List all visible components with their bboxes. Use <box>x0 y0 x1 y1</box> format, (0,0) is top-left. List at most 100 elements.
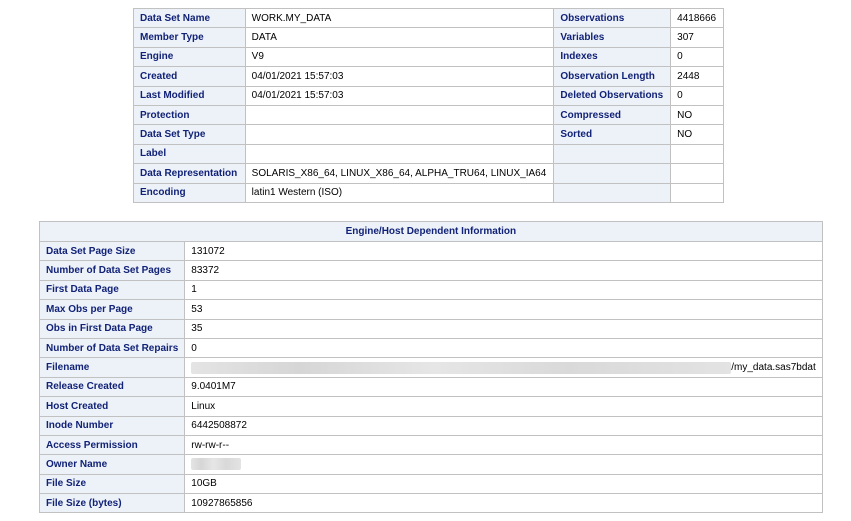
engine-label: Obs in First Data Page <box>38 318 186 339</box>
table-row: Data Representation SOLARIS_X86_64, LINUX… <box>133 163 724 184</box>
attr-value: DATA <box>244 27 555 48</box>
table-row: Max Obs per Page 53 <box>38 299 823 320</box>
attr-label: Encoding <box>133 182 246 203</box>
attr-label: Data Set Name <box>133 7 246 29</box>
attr-value <box>670 182 724 203</box>
attr-label: Last Modified <box>133 85 246 106</box>
table-row: Inode Number 6442508872 <box>38 415 823 436</box>
engine-label: Max Obs per Page <box>38 299 186 320</box>
engine-value: 53 <box>184 299 823 320</box>
table-row: Data Set Page Size 131072 <box>38 240 823 262</box>
table-header-row: Engine/Host Dependent Information <box>39 221 823 242</box>
attr-value: latin1 Western (ISO) <box>244 182 555 203</box>
engine-value: Linux <box>184 396 823 417</box>
table-row: Encoding latin1 Western (ISO) <box>133 182 724 203</box>
filename-cell: /my_data.sas7bdat <box>184 357 823 378</box>
attr-value <box>670 163 724 184</box>
table-row: Obs in First Data Page 35 <box>38 318 823 339</box>
attr-value: 0 <box>670 46 724 68</box>
filename-wrap: /my_data.sas7bdat <box>191 361 816 374</box>
engine-label: Owner Name <box>38 454 186 475</box>
table-row: Number of Data Set Repairs 0 <box>38 337 823 359</box>
engine-label: Release Created <box>38 376 186 398</box>
engine-label: First Data Page <box>38 279 186 301</box>
attr-value <box>670 143 724 165</box>
attr-label <box>553 163 672 184</box>
attr-value: 307 <box>670 27 724 48</box>
table-row: Number of Data Set Pages 83372 <box>38 260 823 281</box>
attr-label: Sorted <box>553 124 672 145</box>
table-row: Member Type DATA Variables 307 <box>133 27 724 48</box>
table-row: Owner Name <box>38 454 823 475</box>
attr-value: NO <box>670 104 724 126</box>
engine-value: 1 <box>184 279 823 301</box>
attr-label: Observations <box>553 7 672 29</box>
attr-label: Variables <box>553 27 672 48</box>
engine-value: 10927865856 <box>184 493 823 514</box>
attr-value: SOLARIS_X86_64, LINUX_X86_64, ALPHA_TRU6… <box>244 163 555 184</box>
engine-label: File Size (bytes) <box>38 493 186 514</box>
engine-label: Number of Data Set Repairs <box>38 337 186 359</box>
engine-value: 83372 <box>184 260 823 281</box>
table-row: Label <box>133 143 724 165</box>
attr-value: 04/01/2021 15:57:03 <box>244 66 555 87</box>
attr-label: Protection <box>133 104 246 126</box>
engine-label: Data Set Page Size <box>38 240 186 262</box>
attr-label: Member Type <box>133 27 246 48</box>
engine-value: 10GB <box>184 473 823 495</box>
table-row: Engine V9 Indexes 0 <box>133 46 724 68</box>
attr-label: Deleted Observations <box>553 85 672 106</box>
attr-label: Engine <box>133 46 246 68</box>
owner-cell <box>184 454 823 475</box>
engine-value: 9.0401M7 <box>184 376 823 398</box>
redacted-path <box>191 361 732 374</box>
engine-label: Filename <box>38 357 186 378</box>
attr-value: 4418666 <box>670 7 724 29</box>
attr-label: Observation Length <box>553 66 672 87</box>
table-row: Protection Compressed NO <box>133 104 724 126</box>
attr-value <box>244 143 555 165</box>
engine-label: Inode Number <box>38 415 186 436</box>
filename-value: /my_data.sas7bdat <box>731 362 816 374</box>
table-row: Release Created 9.0401M7 <box>38 376 823 398</box>
table-row: Data Set Type Sorted NO <box>133 124 724 145</box>
attr-label: Data Set Type <box>133 124 246 145</box>
attr-value: 0 <box>670 85 724 106</box>
attr-label: Compressed <box>553 104 672 126</box>
attr-label: Data Representation <box>133 163 246 184</box>
attr-value: 04/01/2021 15:57:03 <box>244 85 555 106</box>
attr-value <box>244 124 555 145</box>
engine-value: 6442508872 <box>184 415 823 436</box>
attr-value: 2448 <box>670 66 724 87</box>
engine-label: Host Created <box>38 396 186 417</box>
engine-value: 131072 <box>184 240 823 262</box>
table-row: Last Modified 04/01/2021 15:57:03 Deleted … <box>133 85 724 106</box>
engine-value: 0 <box>184 337 823 359</box>
attr-value <box>244 104 555 126</box>
engine-host-info-table: Engine/Host Dependent Information Data S… <box>38 221 823 514</box>
engine-label: Access Permission <box>38 434 186 456</box>
table-row: Created 04/01/2021 15:57:03 Observation Le… <box>133 66 724 87</box>
engine-label: File Size <box>38 473 186 495</box>
attr-label: Label <box>133 143 246 165</box>
engine-info-title: Engine/Host Dependent Information <box>39 221 823 242</box>
table-row: File Size 10GB <box>38 473 823 495</box>
redacted-owner <box>191 458 242 471</box>
table-row: Access Permission rw-rw-r-- <box>38 434 823 456</box>
attr-label <box>553 182 672 203</box>
attr-label: Created <box>133 66 246 87</box>
dataset-attributes-table: Data Set Name WORK.MY_DATA Observations 441… <box>133 7 724 203</box>
engine-value: 35 <box>184 318 823 339</box>
attr-label <box>553 143 672 165</box>
attr-value: V9 <box>244 46 555 68</box>
attr-label: Indexes <box>553 46 672 68</box>
table-row: Host Created Linux <box>38 396 823 417</box>
engine-label: Number of Data Set Pages <box>38 260 186 281</box>
table-row: First Data Page 1 <box>38 279 823 301</box>
table-row: File Size (bytes) 10927865856 <box>38 493 823 514</box>
engine-value: rw-rw-r-- <box>184 434 823 456</box>
attr-value: WORK.MY_DATA <box>244 7 555 29</box>
table-row: Filename/my_data.sas7bdat <box>38 357 823 378</box>
attr-value: NO <box>670 124 724 145</box>
table-row: Data Set Name WORK.MY_DATA Observations 441… <box>133 7 724 29</box>
